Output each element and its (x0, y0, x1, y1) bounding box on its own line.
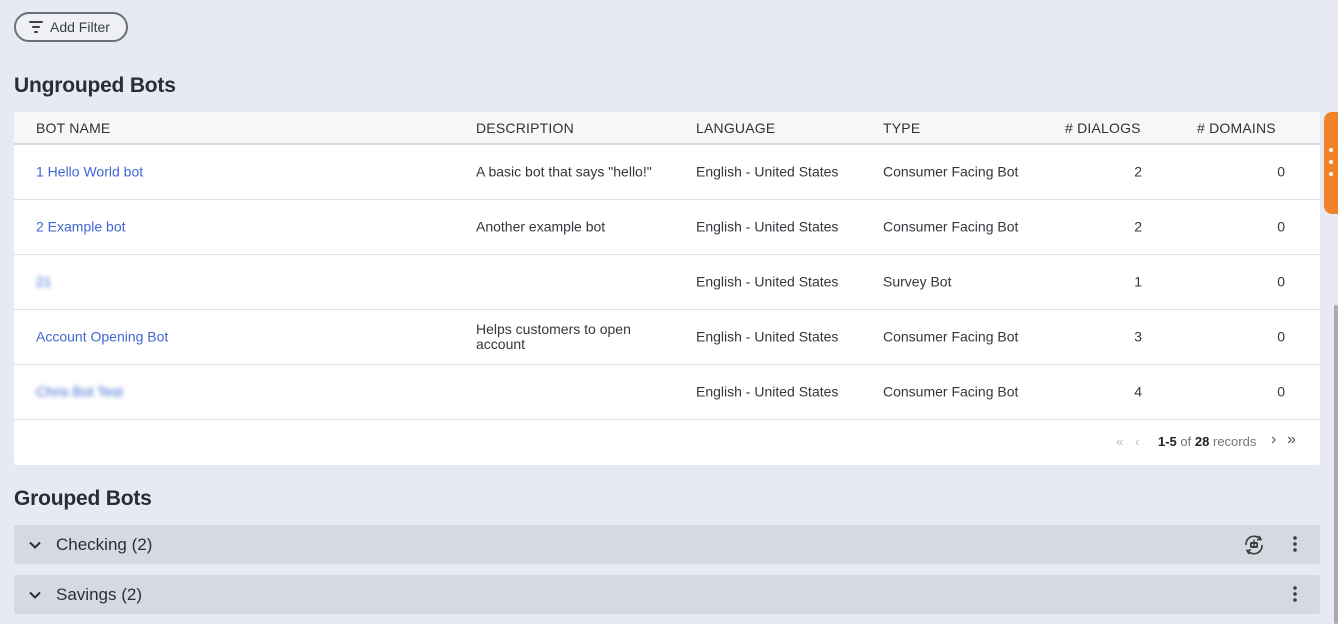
bot-name-link[interactable]: Chris Bot Test (36, 384, 123, 400)
chevron-down-icon[interactable] (28, 587, 42, 607)
bot-description: Helps customers to open account (476, 321, 631, 352)
column-header-domains[interactable]: # DOMAINS (1197, 120, 1276, 136)
column-header-dialogs[interactable]: # DIALOGS (1065, 120, 1141, 136)
bot-dialogs-count: 4 (1134, 383, 1142, 400)
pagination-summary: 1-5 of 28 records (1158, 434, 1256, 449)
bot-name-link[interactable]: Account Opening Bot (36, 329, 168, 345)
pagination: « ‹ 1-5 of 28 records › » (14, 422, 1320, 465)
table-header: BOT NAME DESCRIPTION LANGUAGE TYPE # DIA… (14, 112, 1320, 145)
bot-name-link[interactable]: 21 (36, 274, 52, 290)
next-page-icon[interactable]: › (1271, 431, 1276, 449)
table-row[interactable]: Account Opening Bot Helps customers to o… (14, 310, 1320, 365)
ungrouped-bots-title: Ungrouped Bots (14, 74, 176, 97)
bot-domains-count: 0 (1277, 218, 1285, 235)
column-header-bot-name[interactable]: BOT NAME (36, 120, 110, 136)
bot-type: Consumer Facing Bot (883, 328, 1019, 345)
bot-language: English - United States (696, 273, 839, 290)
side-panel-handle[interactable] (1324, 112, 1338, 214)
pagination-of: of (1180, 434, 1192, 449)
bot-language: English - United States (696, 218, 839, 235)
last-page-icon[interactable]: » (1287, 431, 1296, 449)
group-label: Savings (2) (56, 585, 142, 604)
bot-domains-count: 0 (1277, 163, 1285, 180)
filter-icon (28, 20, 44, 34)
table-row[interactable]: 1 Hello World bot A basic bot that says … (14, 145, 1320, 200)
bot-language: English - United States (696, 163, 839, 180)
chevron-down-icon[interactable] (28, 537, 42, 557)
more-vertical-icon[interactable] (1292, 535, 1298, 558)
first-page-icon[interactable]: « (1116, 434, 1123, 449)
pagination-suffix: records (1212, 434, 1257, 449)
group-label: Checking (2) (56, 535, 153, 554)
prev-page-icon[interactable]: ‹ (1135, 434, 1139, 449)
group-row-checking[interactable]: Checking (2) (14, 525, 1320, 564)
bot-dialogs-count: 1 (1134, 273, 1142, 290)
page-scrollbar[interactable] (1334, 305, 1338, 624)
table-row[interactable]: 21 English - United States Survey Bot 1 … (14, 255, 1320, 310)
table-row[interactable]: 2 Example bot Another example bot Englis… (14, 200, 1320, 255)
bot-type: Consumer Facing Bot (883, 383, 1019, 400)
bot-domains-count: 0 (1277, 383, 1285, 400)
bot-type: Consumer Facing Bot (883, 163, 1019, 180)
add-filter-button[interactable]: Add Filter (14, 12, 128, 42)
handle-dot (1329, 148, 1333, 152)
pagination-range: 1-5 (1158, 434, 1177, 449)
bot-type: Survey Bot (883, 273, 952, 290)
bot-language: English - United States (696, 328, 839, 345)
bot-language: English - United States (696, 383, 839, 400)
bot-description: A basic bot that says "hello!" (476, 163, 652, 180)
column-header-type[interactable]: TYPE (883, 120, 920, 136)
bot-name-link[interactable]: 2 Example bot (36, 219, 126, 235)
ungrouped-bots-table: BOT NAME DESCRIPTION LANGUAGE TYPE # DIA… (14, 112, 1320, 465)
bot-type: Consumer Facing Bot (883, 218, 1019, 235)
bot-name-link[interactable]: 1 Hello World bot (36, 164, 143, 180)
bot-dialogs-count: 2 (1134, 163, 1142, 180)
bot-domains-count: 0 (1277, 273, 1285, 290)
bot-dialogs-count: 2 (1134, 218, 1142, 235)
more-vertical-icon[interactable] (1292, 585, 1298, 608)
bot-domains-count: 0 (1277, 328, 1285, 345)
column-header-description[interactable]: DESCRIPTION (476, 120, 574, 136)
column-header-language[interactable]: LANGUAGE (696, 120, 775, 136)
group-row-savings[interactable]: Savings (2) (14, 575, 1320, 614)
add-filter-label: Add Filter (50, 19, 110, 35)
bot-sync-icon[interactable] (1240, 532, 1268, 563)
handle-dot (1329, 160, 1333, 164)
grouped-bots-title: Grouped Bots (14, 487, 152, 510)
bot-description: Another example bot (476, 218, 606, 235)
handle-dot (1329, 172, 1333, 176)
pagination-total: 28 (1194, 434, 1210, 449)
table-row[interactable]: Chris Bot Test English - United States C… (14, 365, 1320, 420)
bot-dialogs-count: 3 (1134, 328, 1142, 345)
